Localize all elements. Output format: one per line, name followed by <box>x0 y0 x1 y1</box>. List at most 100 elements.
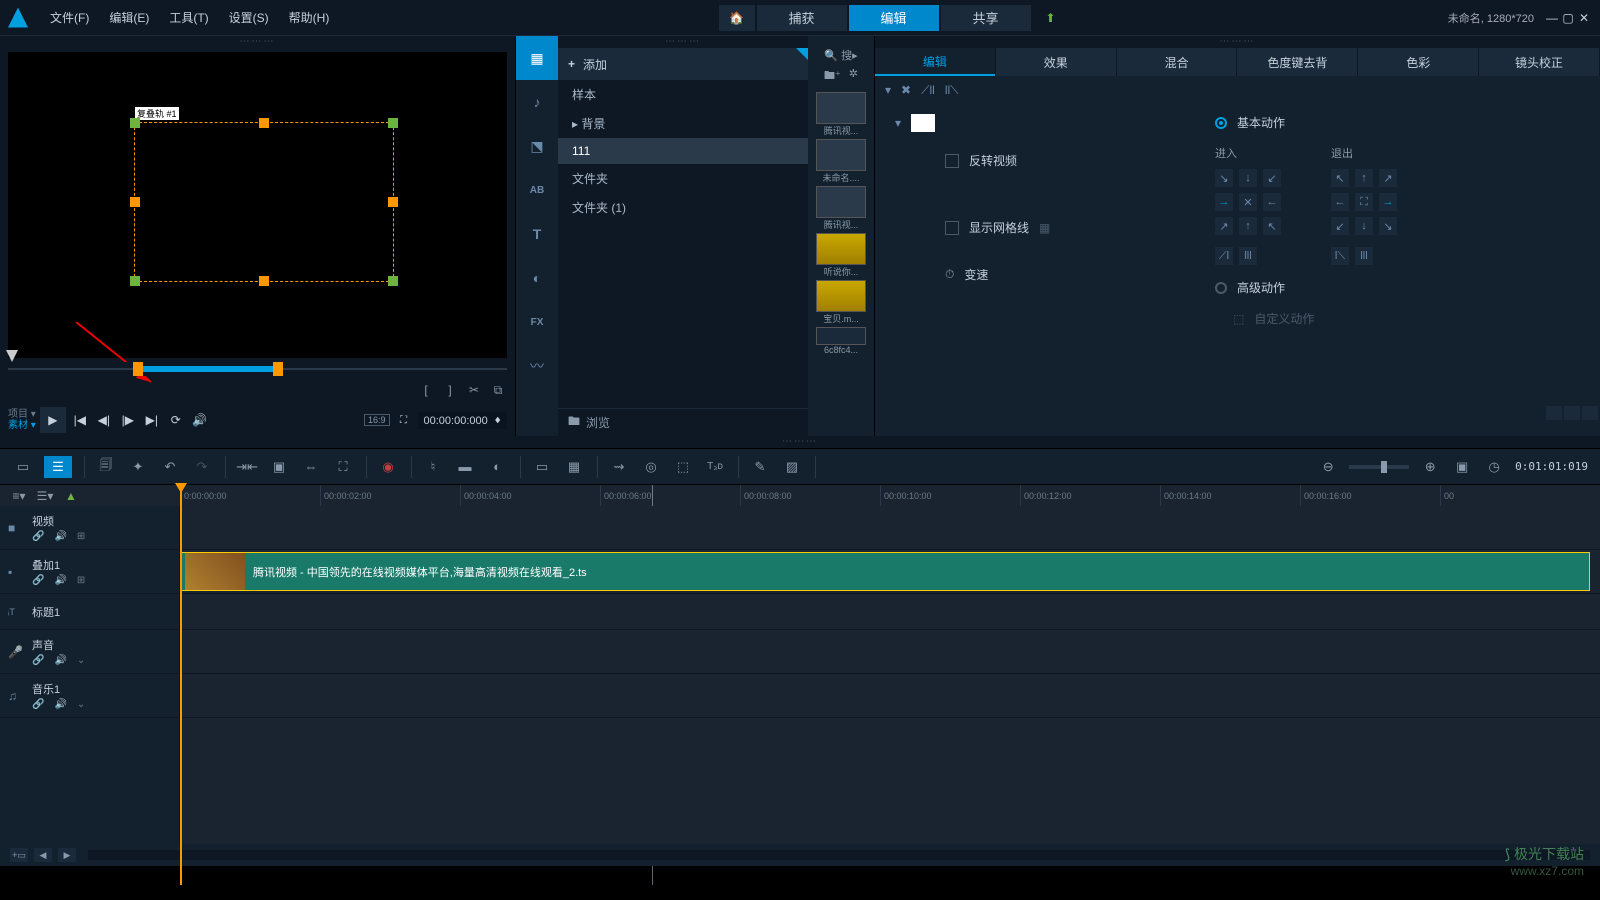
props-tab-color[interactable]: 色彩 <box>1358 48 1478 76</box>
play-button[interactable]: ▶ <box>40 407 66 433</box>
tracking-icon[interactable]: ◎ <box>640 456 662 478</box>
multitrack-icon[interactable]: ◐ <box>486 456 508 478</box>
menu-settings[interactable]: 设置(S) <box>219 9 279 26</box>
libcat-title[interactable]: AB <box>516 168 558 212</box>
track-mute-icon[interactable]: 🔊 <box>54 531 66 542</box>
preview-timecode[interactable]: 00:00:00:000 ♦ <box>418 412 507 429</box>
mark-in-button[interactable]: [ <box>417 381 435 399</box>
enter-bars-icon[interactable]: lll <box>1239 247 1257 265</box>
loop-button[interactable]: ⟳ <box>166 410 186 430</box>
props-fadeout-icon[interactable]: ll⟍ <box>945 83 959 98</box>
background-color-swatch[interactable] <box>911 114 935 132</box>
enter-dir-tl[interactable]: ↖ <box>1263 217 1281 235</box>
props-tab-effect[interactable]: 效果 <box>996 48 1116 76</box>
library-item[interactable]: 6c8fc4... <box>816 327 866 355</box>
enter-dir-bl[interactable]: ↙ <box>1263 169 1281 187</box>
advanced-motion-radio[interactable] <box>1215 282 1227 294</box>
scroll-left-button[interactable]: ◀ <box>34 848 52 862</box>
zoom-out-button[interactable]: ⊖ <box>1317 456 1339 478</box>
props-collapse-icon[interactable]: ▾ <box>885 83 891 97</box>
ruler-options-icon[interactable]: ≡▾ <box>10 488 28 504</box>
subtitle-icon[interactable]: ▬ <box>454 456 476 478</box>
scrub-in-point[interactable] <box>133 362 143 376</box>
library-import-icon[interactable]: 🖿⁺ <box>824 67 841 86</box>
props-grip[interactable]: ⋯⋯⋯ <box>875 36 1600 48</box>
enter-dir-down[interactable]: ↓ <box>1239 169 1257 187</box>
handle-bl[interactable] <box>130 276 140 286</box>
minimize-button[interactable]: — <box>1544 10 1560 26</box>
exit-dir-right[interactable]: → <box>1379 193 1397 211</box>
zoom-in-button[interactable]: ⊕ <box>1419 456 1441 478</box>
cut-icon[interactable]: ✂ <box>465 381 483 399</box>
scrub-out-point[interactable] <box>273 362 283 376</box>
show-grid-checkbox[interactable] <box>945 221 959 235</box>
props-view-1[interactable] <box>1546 406 1562 420</box>
track-lane-voice[interactable] <box>180 630 1600 674</box>
track-fx-icon[interactable]: ⊞ <box>77 531 85 542</box>
library-item[interactable]: 听说你... <box>816 233 866 278</box>
grid-settings-icon[interactable]: ▦ <box>1039 221 1050 235</box>
track-link-icon[interactable]: 🔗 <box>32 655 44 666</box>
track-expand-icon[interactable]: ⌄ <box>77 655 85 666</box>
props-view-3[interactable] <box>1582 406 1598 420</box>
exit-bars-icon[interactable]: lll <box>1355 247 1373 265</box>
duration-icon[interactable]: ◷ <box>1483 456 1505 478</box>
grid-icon[interactable]: ▦ <box>563 456 585 478</box>
horizontal-grip[interactable]: ⋯⋯⋯ <box>0 436 1600 448</box>
exit-dir-left[interactable]: ← <box>1331 193 1349 211</box>
undo-button[interactable]: ↶ <box>159 456 181 478</box>
record-icon[interactable]: ◉ <box>377 456 399 478</box>
track-link-icon[interactable]: 🔗 <box>32 575 44 586</box>
track-link-icon[interactable]: 🔗 <box>32 531 44 542</box>
zoom-slider[interactable] <box>1349 465 1409 469</box>
handle-mr[interactable] <box>388 197 398 207</box>
close-button[interactable]: ✕ <box>1576 10 1592 26</box>
library-search[interactable]: 🔍 搜▸ <box>824 47 857 63</box>
timeline-scrollbar[interactable] <box>88 850 1590 860</box>
library-folder[interactable]: 文件夹 <box>558 164 808 193</box>
library-options-icon[interactable]: ✲ <box>849 67 858 86</box>
mode-clip[interactable]: 素材 ▾ <box>8 420 36 431</box>
storyboard-view-button[interactable]: ▭ <box>12 456 34 478</box>
chapter-icon[interactable]: ▭ <box>531 456 553 478</box>
speed-label[interactable]: 变速 <box>964 266 988 283</box>
library-item[interactable]: 腾讯视... <box>816 92 866 137</box>
aspect-ratio-label[interactable]: 16:9 <box>364 414 390 426</box>
preview-scrubber[interactable] <box>8 362 507 376</box>
track-mute-icon[interactable]: 🔊 <box>54 655 66 666</box>
handle-tl[interactable] <box>130 118 140 128</box>
track-fx-icon[interactable]: ⊞ <box>77 575 85 586</box>
library-item[interactable]: 腾讯视... <box>816 186 866 231</box>
enter-dir-tr[interactable]: ↗ <box>1215 217 1233 235</box>
track-link-icon[interactable]: 🔗 <box>32 699 44 710</box>
trim-icon[interactable]: ⇥⇤ <box>236 456 258 478</box>
props-expand-icon[interactable]: ▾ <box>895 116 901 130</box>
playhead-start[interactable] <box>180 485 182 885</box>
prev-frame-button[interactable]: ◀| <box>94 410 114 430</box>
tab-edit[interactable]: 编辑 <box>849 5 939 31</box>
menu-help[interactable]: 帮助(H) <box>279 9 340 26</box>
mixer-icon[interactable]: ♮ <box>422 456 444 478</box>
upload-icon[interactable]: ⬆ <box>1033 5 1069 31</box>
timeline-ruler[interactable]: 0:00:00:00 00:00:02:00 00:00:04:00 00:00… <box>180 485 1600 506</box>
exit-center[interactable]: ⛶ <box>1355 193 1373 211</box>
enter-dir-right[interactable]: → <box>1215 193 1233 211</box>
menu-file[interactable]: 文件(F) <box>40 9 99 26</box>
lib-grip[interactable]: ⋯⋯⋯ <box>558 36 808 48</box>
library-folder[interactable]: 样本 <box>558 80 808 109</box>
library-item[interactable]: 宝贝.m... <box>816 280 866 325</box>
enter-fade-icon[interactable]: ⟋l <box>1215 247 1233 265</box>
next-frame-button[interactable]: |▶ <box>118 410 138 430</box>
props-tab-lens[interactable]: 镜头校正 <box>1479 48 1599 76</box>
motion-icon[interactable]: ⇝ <box>608 456 630 478</box>
track-header-overlay[interactable]: ▪ 叠加1 🔗🔊⊞ <box>0 550 179 594</box>
library-folder[interactable]: 文件夹 (1) <box>558 193 808 222</box>
handle-ml[interactable] <box>130 197 140 207</box>
scroll-right-button[interactable]: ▶ <box>58 848 76 862</box>
volume-icon[interactable]: 🔊 <box>190 410 210 430</box>
props-tab-chroma[interactable]: 色度键去背 <box>1237 48 1357 76</box>
track-expand-icon[interactable]: ⌄ <box>77 699 85 710</box>
library-browse-button[interactable]: 🖿 浏览 <box>558 408 808 436</box>
redo-button[interactable]: ↷ <box>191 456 213 478</box>
fullscreen-icon[interactable]: ⛶ <box>394 410 414 430</box>
